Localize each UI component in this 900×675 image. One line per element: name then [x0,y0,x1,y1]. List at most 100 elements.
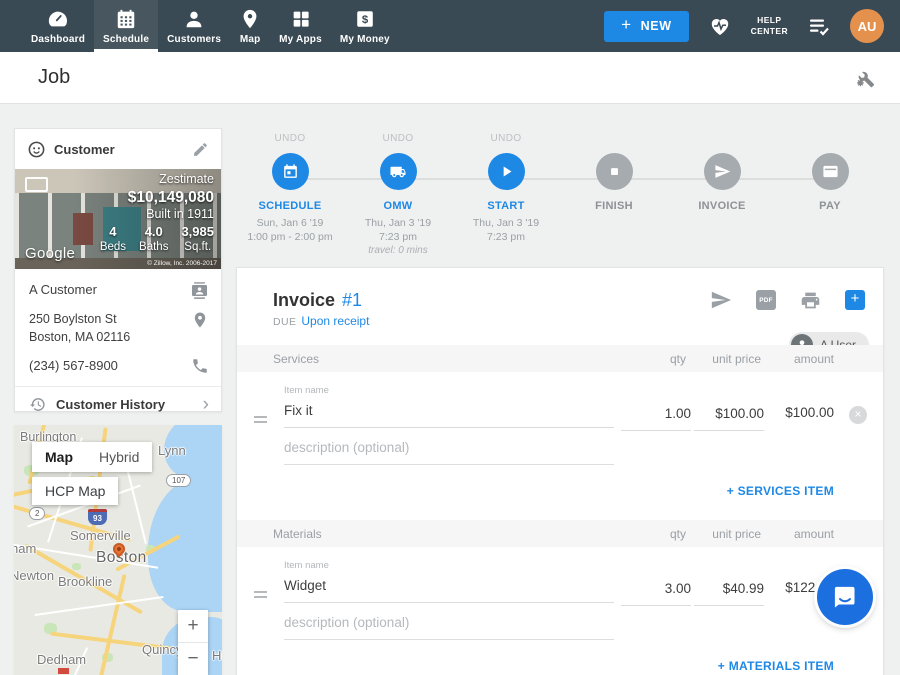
step-date: Sun, Jan 6 '19 [236,216,344,230]
description-input[interactable]: description (optional) [284,440,614,465]
invoice-step-button[interactable] [704,153,741,190]
description-input[interactable]: description (optional) [284,615,614,640]
sqft-label: Sq.ft. [181,240,214,254]
services-add-row: + SERVICES ITEM [237,465,883,513]
services-header-label: Services [273,352,319,366]
map-widget: 93 107 2 Burlington Lynn Somerville ham … [14,425,222,675]
due-terms-link[interactable]: Upon receipt [301,314,369,328]
nav-item-map[interactable]: Map [230,0,270,52]
google-watermark: Google [25,245,75,262]
pdf-icon[interactable]: PDF [756,290,776,310]
invoice-header: Invoice #1 PDF + DUE Upon rece [237,268,883,328]
customer-face-icon [27,140,46,159]
unit-price-input[interactable]: $40.99 [694,581,764,606]
drag-handle[interactable] [254,591,267,601]
nav-item-customers[interactable]: Customers [158,0,230,52]
heart-pulse-icon[interactable] [708,14,732,38]
schedule-step-button[interactable] [272,153,309,190]
customer-history-link[interactable]: Customer History › [15,387,221,422]
built-year: Built in 1911 [100,207,214,223]
nav-right: + NEW HELP CENTER AU [604,0,900,52]
omw-step-button[interactable] [380,153,417,190]
send-invoice-icon[interactable] [710,289,732,311]
customer-info: A Customer 250 Boylston St Boston, MA 02… [15,269,221,375]
apps-grid-icon [290,8,312,30]
contact-card-icon[interactable] [190,281,209,300]
send-icon [714,163,731,180]
amount-column-header: amount [794,352,834,366]
task-list-icon[interactable] [807,14,831,38]
nav-item-my-apps[interactable]: My Apps [270,0,331,52]
nav-label: My Money [340,34,390,45]
add-materials-item-link[interactable]: + MATERIALS ITEM [718,659,834,673]
new-button[interactable]: + NEW [604,11,689,42]
zestimate-value: $10,149,080 [100,188,214,207]
page-header: Job [0,52,900,104]
step-time: 7:23 pm [452,230,560,244]
help-center-link[interactable]: HELP CENTER [751,15,788,37]
remove-item-button[interactable]: × [849,406,867,424]
finish-step-button[interactable] [596,153,633,190]
job-progress-timeline: UNDO SCHEDULE Sun, Jan 6 '19 1:00 pm - 2… [236,133,884,258]
timeline-step-start: UNDO START Thu, Jan 3 '19 7:23 pm [452,133,560,258]
app-frame: Dashboard Schedule Customers Map My Apps [0,0,900,675]
job-settings-wrench-icon[interactable] [854,67,876,89]
chat-support-button[interactable] [817,569,873,625]
invoice-card: Invoice #1 PDF + DUE Upon rece [236,267,884,675]
item-name-input[interactable]: Widget [284,578,614,603]
step-label: INVOICE [668,200,776,212]
add-services-item-link[interactable]: + SERVICES ITEM [727,484,834,498]
step-travel-time: travel: 0 mins [344,244,452,258]
start-step-button[interactable] [488,153,525,190]
help-center-line1: HELP [751,15,788,26]
phone-icon[interactable] [191,357,209,375]
baths-value: 4.0 [139,224,168,240]
undo-link[interactable]: UNDO [236,133,344,146]
hcp-map-button[interactable]: HCP Map [32,477,118,505]
zoom-in-button[interactable]: + [178,610,208,642]
top-nav: Dashboard Schedule Customers Map My Apps [0,0,900,52]
unit-price-column-header: unit price [712,527,761,541]
customer-name: A Customer [29,281,190,299]
customer-history-label: Customer History [56,397,193,412]
map-label-hingham: Hi [212,648,222,663]
add-invoice-item-button[interactable]: + [845,290,865,310]
nav-label: Schedule [103,34,149,45]
zoom-out-button[interactable]: − [178,643,208,675]
invoice-number[interactable]: #1 [342,290,362,311]
unit-price-input[interactable]: $100.00 [694,406,764,431]
nav-item-dashboard[interactable]: Dashboard [22,0,94,52]
customer-phone: (234) 567-8900 [29,357,191,375]
map-type-hybrid-button[interactable]: Hybrid [86,442,152,472]
step-date: Thu, Jan 3 '19 [452,216,560,230]
services-section-header: Services qty unit price amount [237,345,883,372]
undo-link[interactable]: UNDO [344,133,452,146]
item-name-input[interactable]: Fix it [284,403,614,428]
photo-copyright: © Zillow, Inc. 2006-2017 [147,260,217,267]
nav-item-schedule[interactable]: Schedule [94,0,158,52]
map-type-map-button[interactable]: Map [32,442,86,472]
edit-pencil-icon[interactable] [192,141,209,158]
svg-text:$: $ [362,14,369,26]
undo-link[interactable]: UNDO [452,133,560,146]
timeline-step-finish: FINISH [560,133,668,258]
print-icon[interactable] [800,290,821,311]
qty-input[interactable]: 1.00 [621,406,691,431]
location-pin-icon[interactable] [191,311,209,329]
materials-header-label: Materials [273,527,322,541]
property-photo[interactable]: Zestimate $10,149,080 Built in 1911 4Bed… [15,169,221,269]
nav-label: Customers [167,34,221,45]
customer-card-header: Customer [15,129,221,169]
timeline-step-invoice: INVOICE [668,133,776,258]
step-label: START [452,200,560,212]
user-avatar[interactable]: AU [850,9,884,43]
qty-input[interactable]: 3.00 [621,581,691,606]
item-name-label: Item name [284,385,883,396]
nav-item-my-money[interactable]: $ My Money [331,0,399,52]
nav-label: Dashboard [31,34,85,45]
materials-section-header: Materials qty unit price amount [237,520,883,547]
drag-handle[interactable] [254,416,267,426]
pay-step-button[interactable] [812,153,849,190]
step-time: 1:00 pm - 2:00 pm [236,230,344,244]
street-view-frame-icon [25,177,48,192]
